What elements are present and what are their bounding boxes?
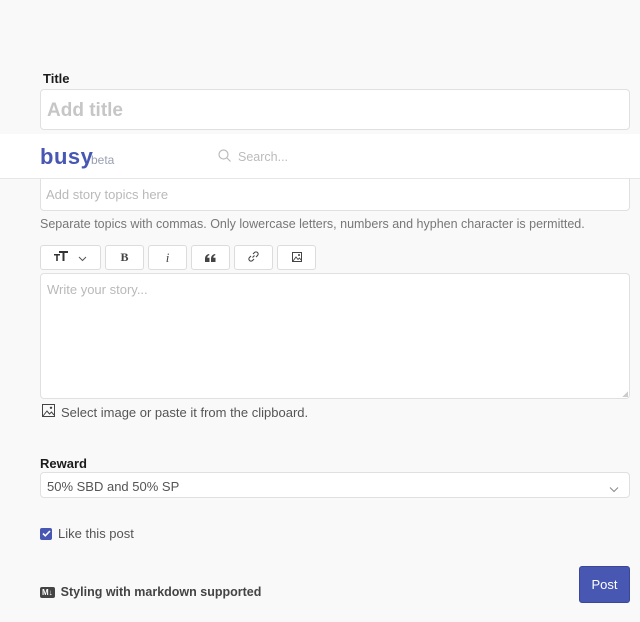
editor-toolbar: B i: [40, 245, 316, 270]
image-icon: [42, 404, 55, 420]
post-button[interactable]: Post: [579, 566, 630, 603]
title-label: Title: [43, 71, 70, 86]
text-size-icon: [54, 251, 68, 264]
chevron-down-icon: [78, 251, 87, 265]
checkbox-checked-icon[interactable]: [40, 527, 52, 540]
italic-button[interactable]: i: [148, 245, 187, 270]
resize-handle[interactable]: [622, 391, 628, 397]
topics-hint: Separate topics with commas. Only lowerc…: [40, 217, 585, 231]
markdown-note: M↓ Styling with markdown supported: [40, 585, 261, 599]
quote-button[interactable]: [191, 245, 230, 270]
title-placeholder: Add title: [47, 100, 123, 121]
link-button[interactable]: [234, 245, 273, 270]
search-icon: [218, 149, 231, 165]
story-placeholder: Write your story...: [47, 282, 148, 297]
like-label: Like this post: [58, 526, 134, 541]
chevron-down-icon: [609, 480, 619, 498]
image-button[interactable]: [277, 245, 316, 270]
bold-button[interactable]: B: [105, 245, 144, 270]
search-input[interactable]: Search...: [218, 149, 288, 165]
reward-label: Reward: [40, 456, 87, 471]
heading-button[interactable]: [40, 245, 101, 270]
logo[interactable]: busy: [40, 144, 93, 170]
image-upload-link[interactable]: Select image or paste it from the clipbo…: [42, 404, 308, 420]
markdown-text: Styling with markdown supported: [60, 585, 262, 599]
link-icon: [248, 250, 259, 265]
logo-beta-tag: beta: [91, 153, 115, 167]
quote-icon: [205, 251, 216, 265]
italic-icon: i: [165, 249, 170, 265]
markdown-icon: M↓: [40, 586, 55, 598]
image-icon: [291, 251, 302, 265]
reward-value: 50% SBD and 50% SP: [47, 479, 180, 494]
topics-placeholder: Add story topics here: [46, 187, 169, 202]
bold-icon: B: [120, 250, 129, 264]
like-checkbox[interactable]: Like this post: [40, 526, 134, 541]
top-header: busy beta Search...: [0, 134, 640, 179]
title-input[interactable]: Add title: [40, 89, 630, 130]
story-textarea[interactable]: Write your story...: [40, 273, 630, 399]
image-hint-text: Select image or paste it from the clipbo…: [61, 404, 309, 420]
reward-select[interactable]: 50% SBD and 50% SP: [40, 472, 630, 498]
search-placeholder: Search...: [238, 150, 289, 164]
